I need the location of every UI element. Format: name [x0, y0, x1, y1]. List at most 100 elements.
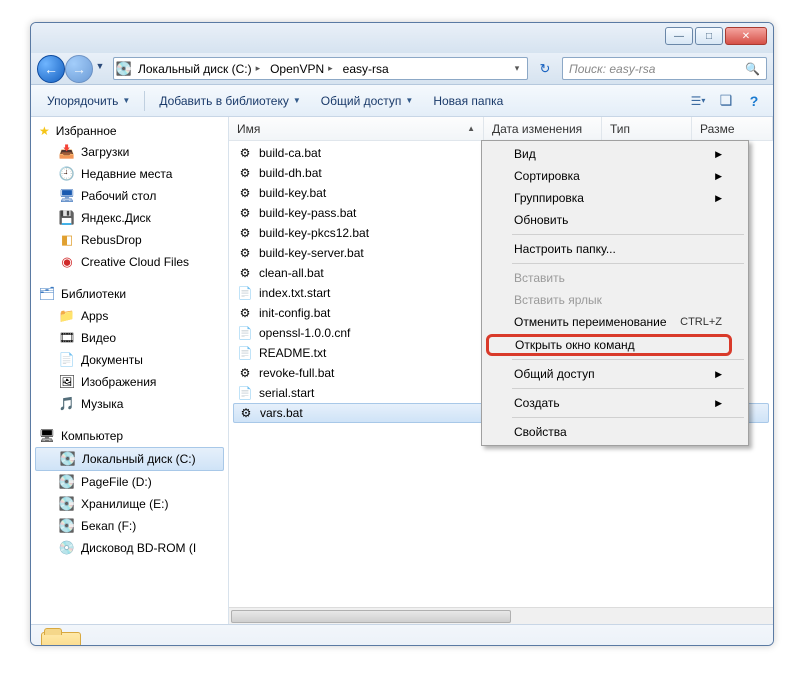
item-icon: ⚙ [238, 405, 254, 421]
sidebar-item[interactable]: ◧RebusDrop [31, 229, 228, 251]
ctx-undo[interactable]: Отменить переименованиеCTRL+Z [484, 311, 746, 333]
item-icon: 💽 [60, 451, 76, 467]
search-placeholder: Поиск: easy-rsa [569, 62, 655, 76]
col-name[interactable]: Имя▲ [229, 117, 484, 140]
new-folder-button[interactable]: Новая папка [425, 90, 511, 112]
col-type[interactable]: Тип [602, 117, 692, 140]
views-button[interactable]: ☰▾ [687, 90, 709, 112]
drive-icon: 💽 [116, 61, 132, 77]
ctx-refresh[interactable]: Обновить [484, 209, 746, 231]
item-label: Локальный диск (C:) [82, 452, 196, 466]
item-icon: 💿 [59, 540, 75, 556]
address-bar[interactable]: 💽 Локальный диск (C:)▸ OpenVPN▸ easy-rsa… [113, 57, 528, 80]
item-icon: ⚙ [237, 265, 253, 281]
sidebar-item[interactable]: 💽 Хранилище (E:) [31, 493, 228, 515]
sidebar-item[interactable]: 💽 Локальный диск (C:) [35, 447, 224, 471]
item-label: Изображения [81, 375, 156, 389]
item-icon: 💽 [59, 474, 75, 490]
help-button[interactable]: ? [743, 90, 765, 112]
folder-icon [41, 632, 81, 647]
item-icon: ⚙ [237, 145, 253, 161]
h-scrollbar[interactable] [229, 607, 773, 624]
item-label: Музыка [81, 397, 123, 411]
command-bar: Упорядочить▼ Добавить в библиотеку▼ Общи… [31, 85, 773, 117]
sidebar-item[interactable]: 💾Яндекс.Диск [31, 207, 228, 229]
item-label: clean-all.bat [259, 266, 324, 280]
sidebar-item[interactable]: 🎵Музыка [31, 393, 228, 415]
item-label: revoke-full.bat [259, 366, 334, 380]
item-label: RebusDrop [81, 233, 142, 247]
organize-button[interactable]: Упорядочить▼ [39, 90, 138, 112]
item-label: Creative Cloud Files [81, 255, 189, 269]
ctx-share[interactable]: Общий доступ▶ [484, 363, 746, 385]
item-icon: 📄 [237, 345, 253, 361]
libraries-head[interactable]: 🗂Библиотеки [31, 283, 228, 305]
sidebar-item[interactable]: 💽Бекап (F:) [31, 515, 228, 537]
item-icon: 💽 [59, 496, 75, 512]
ctx-group[interactable]: Группировка▶ [484, 187, 746, 209]
ctx-props[interactable]: Свойства [484, 421, 746, 443]
item-icon: ⚙ [237, 205, 253, 221]
item-label: Дисковод BD-ROM (I [81, 541, 196, 555]
sidebar-item[interactable]: 💿 Дисковод BD-ROM (I [31, 537, 228, 559]
item-label: openssl-1.0.0.cnf [259, 326, 350, 340]
ctx-view[interactable]: Вид▶ [484, 143, 746, 165]
item-label: init-config.bat [259, 306, 330, 320]
minimize-button[interactable]: — [665, 27, 693, 45]
sidebar-item[interactable]: 🎞Видео [31, 327, 228, 349]
refresh-button[interactable]: ↻ [534, 58, 556, 80]
sidebar-item[interactable]: 🖼Изображения [31, 371, 228, 393]
sidebar-item[interactable]: 💽PageFile (D:) [31, 471, 228, 493]
preview-button[interactable]: ❏ [715, 90, 737, 112]
item-icon: 📁 [59, 308, 75, 324]
ctx-paste-link: Вставить ярлык [484, 289, 746, 311]
ctx-sort[interactable]: Сортировка▶ [484, 165, 746, 187]
nav-pane[interactable]: ★Избранное 📥Загрузки🕘Недавние места🖥Рабо… [31, 117, 229, 624]
breadcrumb-easyrsa[interactable]: easy-rsa [339, 58, 393, 79]
share-button[interactable]: Общий доступ▼ [313, 90, 422, 112]
computer-head[interactable]: 🖥Компьютер [31, 425, 228, 447]
include-button[interactable]: Добавить в библиотеку▼ [151, 90, 308, 112]
item-label: Хранилище (E:) [81, 497, 168, 511]
sidebar-item[interactable]: 📄 Документы [31, 349, 228, 371]
item-label: build-key-pass.bat [259, 206, 356, 220]
address-dropdown[interactable]: ▾ [509, 63, 525, 74]
breadcrumb-c[interactable]: Локальный диск (C:)▸ [134, 58, 264, 79]
ctx-open-cmd[interactable]: Открыть окно команд [486, 334, 732, 356]
item-icon: ⚙ [237, 245, 253, 261]
item-icon: 🎞 [59, 330, 75, 346]
sidebar-item[interactable]: 🕘Недавние места [31, 163, 228, 185]
sidebar-item[interactable]: 🖥Рабочий стол [31, 185, 228, 207]
ctx-customize[interactable]: Настроить папку... [484, 238, 746, 260]
item-icon: ⚙ [237, 185, 253, 201]
maximize-button[interactable]: □ [695, 27, 723, 45]
item-icon: ⚙ [237, 225, 253, 241]
sidebar-item[interactable]: 📥Загрузки [31, 141, 228, 163]
search-box[interactable]: Поиск: easy-rsa 🔍 [562, 57, 767, 80]
ctx-create[interactable]: Создать▶ [484, 392, 746, 414]
history-dropdown[interactable]: ▼ [93, 55, 107, 77]
col-date[interactable]: Дата изменения [484, 117, 602, 140]
ctx-paste: Вставить [484, 267, 746, 289]
item-label: Apps [81, 309, 108, 323]
item-label: index.txt.start [259, 286, 330, 300]
forward-button[interactable]: → [65, 55, 93, 83]
nav-bar: ← → ▼ 💽 Локальный диск (C:)▸ OpenVPN▸ ea… [31, 53, 773, 85]
search-icon: 🔍 [745, 62, 760, 76]
close-button[interactable]: ✕ [725, 27, 767, 45]
item-icon: 📥 [59, 144, 75, 160]
back-button[interactable]: ← [37, 55, 65, 83]
sidebar-item[interactable]: 📁 Apps [31, 305, 228, 327]
breadcrumb-openvpn[interactable]: OpenVPN▸ [266, 58, 337, 79]
item-icon: ⚙ [237, 305, 253, 321]
sidebar-item[interactable]: ◉Creative Cloud Files [31, 251, 228, 273]
item-label: Документы [81, 353, 143, 367]
item-icon: ⚙ [237, 365, 253, 381]
column-headers: Имя▲ Дата изменения Тип Разме [229, 117, 773, 141]
item-icon: 📄 [59, 352, 75, 368]
favorites-head[interactable]: ★Избранное [31, 121, 228, 141]
col-size[interactable]: Разме [692, 117, 773, 140]
context-menu: Вид▶ Сортировка▶ Группировка▶ Обновить Н… [481, 140, 749, 446]
item-label: Недавние места [81, 167, 172, 181]
scroll-thumb[interactable] [231, 610, 511, 623]
